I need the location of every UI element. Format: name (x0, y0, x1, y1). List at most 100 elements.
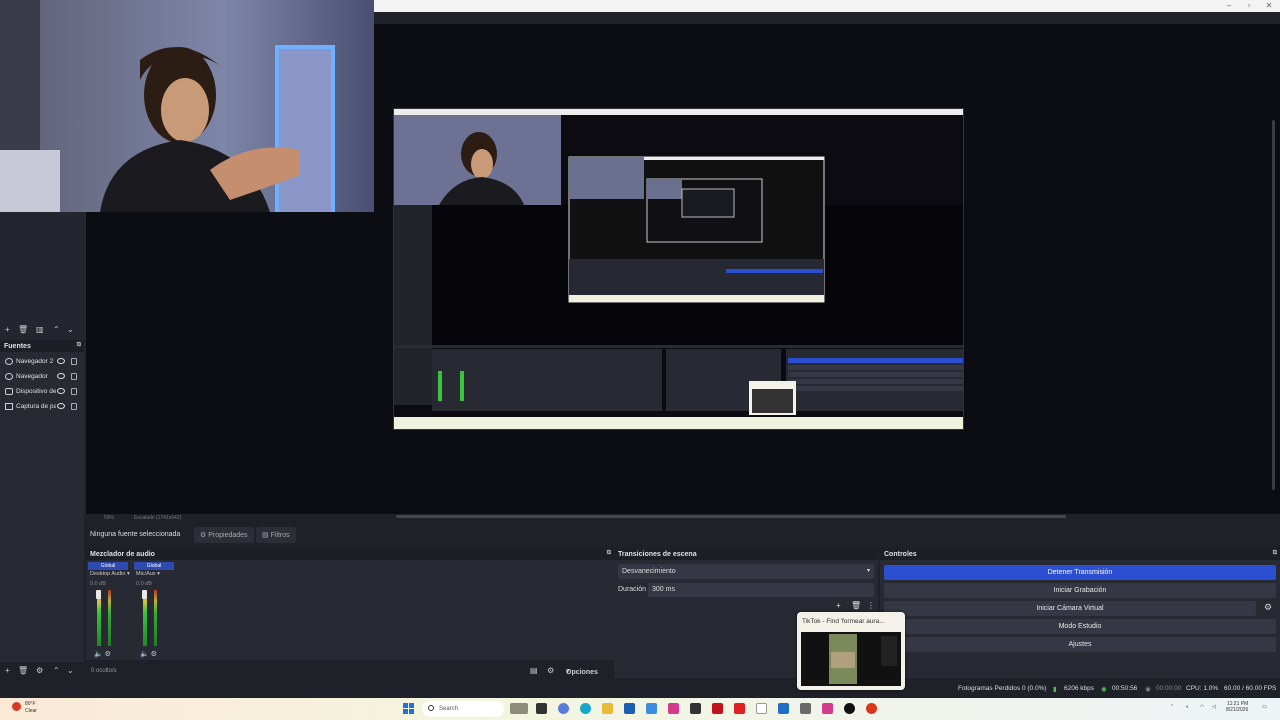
studio-mode-button[interactable]: Modo Estudio (884, 619, 1276, 634)
dock-icon[interactable]: ⧉ (1273, 550, 1277, 557)
strip-name[interactable]: Mic/Aux ▾ (136, 571, 160, 577)
remove-icon[interactable]: 🗑 (18, 666, 28, 675)
more-icon[interactable]: ⋮ (867, 601, 875, 610)
copilot-icon[interactable] (558, 703, 569, 714)
volume-icon[interactable]: ◁ (1212, 704, 1216, 710)
move-down-icon[interactable]: ⌄ (67, 666, 74, 675)
hidden-count: 0 oculto/s (91, 668, 117, 674)
stop-stream-button[interactable]: Detener Transmisión (884, 565, 1276, 580)
preview-zoom-bar: 59% Escalado (1741x642) (86, 512, 386, 524)
mute-icon[interactable]: 🔈 ⚙ (94, 650, 111, 658)
properties-button[interactable]: ⚙ Propiedades (194, 527, 254, 543)
taskbar-preview-popup[interactable]: TikTok - Find 'formear aura... (797, 612, 905, 690)
app-icon[interactable] (800, 703, 811, 714)
maximize-button[interactable]: ▫ (1240, 0, 1258, 12)
task-view-icon[interactable] (536, 703, 547, 714)
tiktok-icon[interactable] (844, 703, 855, 714)
source-properties-icon[interactable]: ▥ (36, 325, 44, 334)
horizontal-scrollbar[interactable] (396, 515, 1066, 518)
visibility-icon[interactable] (57, 388, 65, 394)
dock-icon[interactable]: ⧉ (607, 550, 611, 557)
move-down-icon[interactable]: ⌄ (67, 325, 74, 334)
properties-bar: Ninguna fuente seleccionada ⚙ Propiedade… (86, 526, 1280, 544)
visibility-icon[interactable] (57, 358, 65, 364)
taskbar-search[interactable]: Search (422, 701, 504, 717)
add-transition-icon[interactable]: + (836, 601, 841, 610)
dock-icon[interactable]: ⧉ (77, 342, 81, 349)
webcam-overlay (0, 0, 374, 212)
controls-header: Controles ⧉ (880, 548, 1280, 560)
windows-start-icon[interactable] (403, 703, 414, 714)
scale-label[interactable]: Escalado (1741x642) (134, 515, 181, 521)
instagram-icon[interactable] (822, 703, 833, 714)
visibility-icon[interactable] (57, 373, 65, 379)
transition-select[interactable]: Desvanecimiento ▾ (618, 564, 874, 579)
strip-name[interactable]: Desktop Audio ▾ (90, 571, 130, 577)
taskbar-clock[interactable]: 11:21 PM 8/21/2026 (1226, 701, 1248, 713)
weather-desc: Clear (25, 708, 37, 714)
layout-icon[interactable]: ▤ (530, 666, 538, 675)
file-explorer-icon[interactable] (602, 703, 613, 714)
tiktok-thumbnail-image (801, 632, 901, 686)
network-icon[interactable]: ◐ (1186, 704, 1189, 710)
visibility-icon[interactable] (57, 403, 65, 409)
no-source-selected-label: Ninguna fuente seleccionada (90, 531, 181, 538)
globe-icon (5, 358, 13, 365)
add-icon[interactable]: + (5, 666, 10, 675)
webcam-feed-image (0, 0, 374, 212)
word-icon[interactable] (778, 703, 789, 714)
close-button[interactable]: ✕ (1260, 0, 1278, 12)
lock-icon[interactable] (71, 358, 77, 365)
signal-icon: ▮ (1053, 686, 1057, 693)
source-item[interactable]: Navegador (4, 371, 82, 383)
lock-icon[interactable] (71, 388, 77, 395)
edge-icon[interactable] (580, 703, 591, 714)
source-item[interactable]: Navegador 2 (4, 356, 82, 368)
lock-icon[interactable] (71, 373, 77, 380)
duration-label: Duración (618, 586, 647, 593)
level-meter (108, 590, 111, 646)
start-virtual-camera-button[interactable]: Iniciar Cámara Virtual (884, 601, 1256, 616)
start-recording-button[interactable]: Iniciar Grabación (884, 583, 1276, 598)
instagram-icon[interactable] (668, 703, 679, 714)
amazon-icon[interactable] (756, 703, 767, 714)
store-icon[interactable] (624, 703, 635, 714)
obs-icon[interactable] (866, 703, 877, 714)
vertical-scrollbar[interactable] (1272, 120, 1275, 490)
move-up-icon[interactable]: ⌃ (53, 325, 60, 334)
tray-chevron-icon[interactable]: ⌃ (1170, 704, 1174, 710)
remove-source-icon[interactable]: 🗑 (18, 325, 28, 334)
notification-icon[interactable]: ▭ (1262, 704, 1267, 710)
minimize-button[interactable]: – (1220, 0, 1238, 12)
mixer-strip-mic: Global Mic/Aux ▾ 0.0 dB 🔈 ⚙ (134, 562, 178, 658)
popup-thumbnail[interactable] (801, 632, 901, 686)
duration-input[interactable]: 300 ms (648, 583, 874, 597)
options-button[interactable]: Opciones ▾ (566, 667, 598, 676)
app-icon[interactable] (690, 703, 701, 714)
volume-slider[interactable] (96, 590, 101, 599)
lock-icon[interactable] (71, 403, 77, 410)
gear-icon[interactable]: ⚙ (1264, 602, 1272, 613)
move-up-icon[interactable]: ⌃ (53, 666, 60, 675)
mail-icon[interactable] (646, 703, 657, 714)
add-source-icon[interactable]: + (5, 325, 10, 334)
record-time: 00:00:00 (1156, 685, 1182, 692)
gear-icon[interactable]: ⚙ (36, 666, 43, 675)
controls-panel: Controles ⧉ Detener Transmisión Iniciar … (880, 548, 1280, 678)
source-item[interactable]: Captura de pantalla (4, 401, 82, 413)
settings-icon[interactable]: ⚙ (547, 666, 554, 675)
source-label: Captura de pantalla (16, 403, 56, 410)
zoom-label[interactable]: 59% (104, 515, 114, 521)
adobe-icon[interactable] (712, 703, 723, 714)
settings-button[interactable]: Ajustes (884, 637, 1276, 652)
wifi-icon[interactable]: ◠ (1200, 704, 1204, 710)
widgets-icon[interactable] (510, 703, 528, 714)
program-preview[interactable] (393, 108, 964, 430)
mute-icon[interactable]: 🔈 ⚙ (140, 650, 157, 658)
volume-slider[interactable] (142, 590, 147, 599)
youtube-icon[interactable] (734, 703, 745, 714)
source-item[interactable]: Dispositivo de captura (4, 386, 82, 398)
filters-button[interactable]: ▤ Filtros (256, 527, 296, 543)
remove-transition-icon[interactable]: 🗑 (851, 601, 861, 610)
nested-preview-image (394, 109, 963, 429)
